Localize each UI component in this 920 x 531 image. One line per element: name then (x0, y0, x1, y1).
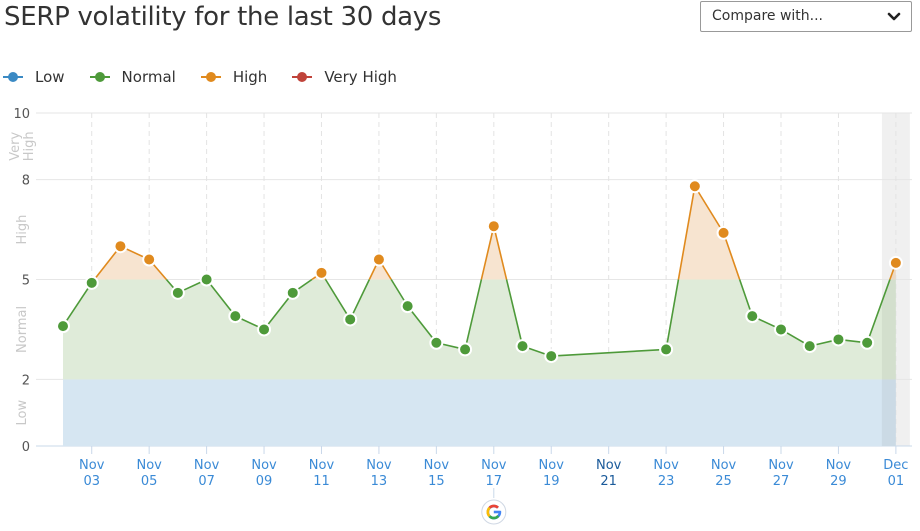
legend-label: High (232, 68, 268, 86)
x-tick-label-day: 27 (773, 474, 790, 489)
x-tick-label-day: 15 (428, 474, 445, 489)
legend-label: Low (35, 68, 65, 86)
x-tick-label-day: 29 (830, 474, 847, 489)
legend-high-marker-icon (200, 71, 221, 83)
data-point (257, 322, 272, 337)
band-label: High (15, 215, 30, 245)
y-tick-label: 10 (13, 107, 30, 122)
x-tick-label-day: 05 (141, 474, 158, 489)
data-point (888, 255, 903, 270)
x-tick-label-day: 19 (543, 474, 560, 489)
x-tick-label-month: Nov (79, 458, 105, 473)
compare-with-select[interactable]: Compare with... (700, 1, 912, 32)
band-label: VeryHigh (8, 131, 37, 161)
x-tick-label-month: Nov (653, 458, 679, 473)
data-point (142, 252, 157, 267)
y-tick-label: 8 (22, 174, 30, 189)
x-tick-label-month: Nov (136, 458, 162, 473)
x-tick-label-day: 13 (371, 474, 388, 489)
band-label: Normal (15, 306, 30, 353)
volatility-chart: 025810LowNormalHighVeryHighNov03Nov05Nov… (0, 107, 920, 525)
chart-legend: Low Normal High Very High (0, 66, 419, 88)
legend-label: Very High (324, 68, 397, 86)
band-fill-very-high (0, 113, 920, 180)
x-tick-label-day: 23 (658, 474, 675, 489)
band-label-line: High (22, 131, 37, 161)
legend-very-high-marker-icon (292, 71, 313, 83)
data-point (544, 349, 559, 364)
data-point (515, 339, 530, 354)
x-tick-label-month: Dec (883, 458, 908, 473)
x-tick-label-day: 09 (256, 474, 273, 489)
data-point (199, 272, 214, 287)
x-tick-label-day: 01 (888, 474, 905, 489)
band-label-line: Very (8, 132, 23, 161)
legend-item-low[interactable]: Low (0, 68, 65, 86)
x-tick-label-month: Nov (194, 458, 220, 473)
x-tick-label-month: Nov (366, 458, 392, 473)
x-tick-label-month: Nov (309, 458, 335, 473)
chevron-down-icon (887, 12, 901, 21)
x-tick-label-month: Nov (711, 458, 737, 473)
x-tick-label-day: 03 (83, 474, 100, 489)
legend-normal-marker-icon (89, 71, 110, 83)
legend-item-normal[interactable]: Normal (87, 68, 176, 86)
x-tick-label-month: Nov (481, 458, 507, 473)
data-point (774, 322, 788, 337)
google-icon[interactable] (481, 499, 507, 525)
y-tick-label: 5 (22, 274, 30, 289)
data-point (687, 179, 702, 194)
data-point (56, 319, 70, 334)
data-point (314, 265, 329, 280)
data-point (659, 342, 674, 357)
data-point (228, 309, 243, 324)
legend-label: Normal (121, 68, 176, 86)
data-point (860, 335, 875, 350)
band-label: Low (15, 400, 30, 426)
band-fill-high (63, 186, 896, 280)
x-tick-label-month: Nov (768, 458, 794, 473)
data-point (486, 219, 501, 234)
x-tick-label-month: Nov (539, 458, 565, 473)
y-tick-label: 0 (22, 440, 30, 455)
data-point (716, 225, 731, 240)
x-tick-label-month: Nov (596, 458, 622, 473)
data-point (371, 252, 386, 267)
compare-with-label: Compare with... (712, 8, 824, 24)
data-point (802, 339, 817, 354)
x-tick-label-month: Nov (826, 458, 852, 473)
x-tick-label-day: 11 (313, 474, 330, 489)
x-tick-label-day: 25 (715, 474, 732, 489)
data-point (745, 309, 760, 324)
data-point (285, 285, 300, 300)
x-tick-label-month: Nov (251, 458, 277, 473)
data-point (343, 312, 358, 327)
y-tick-label: 2 (22, 373, 30, 388)
legend-item-very-high[interactable]: Very High (289, 68, 397, 86)
x-tick-label-day: 17 (486, 474, 503, 489)
x-tick-label-month: Nov (424, 458, 450, 473)
data-point (429, 335, 444, 350)
x-tick-label-day: 21 (600, 474, 617, 489)
legend-item-high[interactable]: High (198, 68, 267, 86)
data-point (831, 332, 846, 347)
x-tick-label-day: 07 (198, 474, 215, 489)
data-point (113, 239, 128, 254)
data-point (458, 342, 473, 357)
data-point (84, 275, 99, 290)
data-point (400, 299, 415, 314)
legend-low-marker-icon (3, 71, 23, 83)
data-point (170, 285, 185, 300)
page-title: SERP volatility for the last 30 days (4, 2, 442, 32)
band-fill-low (63, 379, 896, 446)
